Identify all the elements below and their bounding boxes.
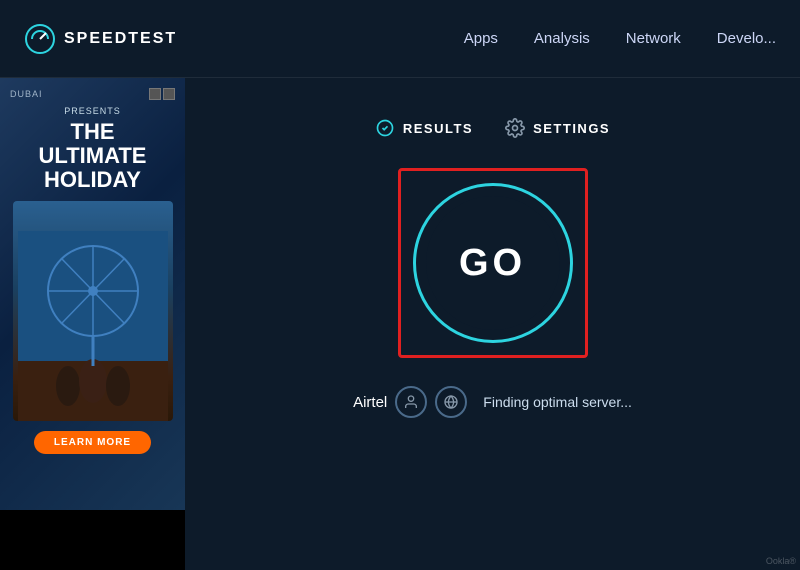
speedtest-logo-icon [24, 23, 56, 55]
ad-location-label: DUBAI [10, 89, 43, 99]
isp-section: Airtel [353, 386, 467, 418]
logo-area: SPEEDTEST [24, 23, 177, 55]
settings-label: SETTINGS [533, 121, 610, 136]
header: SPEEDTEST Apps Analysis Network Develo..… [0, 0, 800, 78]
ad-content: DUBAI PRESENTS THE ULTIMATE HOLIDAY [0, 78, 185, 570]
go-button-highlight: GO [398, 168, 588, 358]
nav-analysis[interactable]: Analysis [534, 30, 590, 47]
nav-apps[interactable]: Apps [464, 30, 498, 47]
ad-scene-svg [18, 231, 168, 421]
finding-server-text: Finding optimal server... [483, 394, 632, 410]
gear-icon [505, 118, 525, 138]
ad-close-icon [149, 88, 161, 100]
main-content: RESULTS SETTINGS GO Airtel [185, 78, 800, 570]
toolbar: RESULTS SETTINGS [375, 118, 610, 138]
isp-name: Airtel [353, 394, 387, 411]
ad-image [13, 201, 173, 421]
ad-top-bar: DUBAI [10, 88, 175, 100]
results-label: RESULTS [403, 121, 473, 136]
nav-network[interactable]: Network [626, 30, 681, 47]
go-label: GO [459, 242, 526, 285]
globe-icon-button[interactable] [435, 386, 467, 418]
status-bar: Airtel Finding optimal server... [353, 386, 632, 418]
ad-cta-button[interactable]: LEARN MORE [34, 431, 151, 454]
logo-text: SPEEDTEST [64, 30, 177, 48]
ad-presents-text: PRESENTS [64, 106, 121, 116]
check-circle-icon [375, 118, 395, 138]
ad-sidebar: DUBAI PRESENTS THE ULTIMATE HOLIDAY [0, 78, 185, 570]
settings-button[interactable]: SETTINGS [505, 118, 610, 138]
globe-icon [443, 394, 459, 410]
go-button[interactable]: GO [426, 196, 560, 330]
ad-close-button[interactable] [149, 88, 175, 100]
ad-close-icon2 [163, 88, 175, 100]
results-button[interactable]: RESULTS [375, 118, 473, 138]
nav-develop[interactable]: Develo... [717, 30, 776, 47]
ad-title: THE ULTIMATE HOLIDAY [39, 120, 147, 193]
ad-scene [13, 201, 173, 421]
user-icon [403, 394, 419, 410]
watermark: Ookla® [766, 556, 796, 566]
go-circle-outer: GO [413, 183, 573, 343]
user-icon-button[interactable] [395, 386, 427, 418]
ad-bottom-bar [0, 510, 185, 570]
go-button-container: GO [398, 168, 588, 358]
main-nav: Apps Analysis Network Develo... [464, 30, 776, 47]
